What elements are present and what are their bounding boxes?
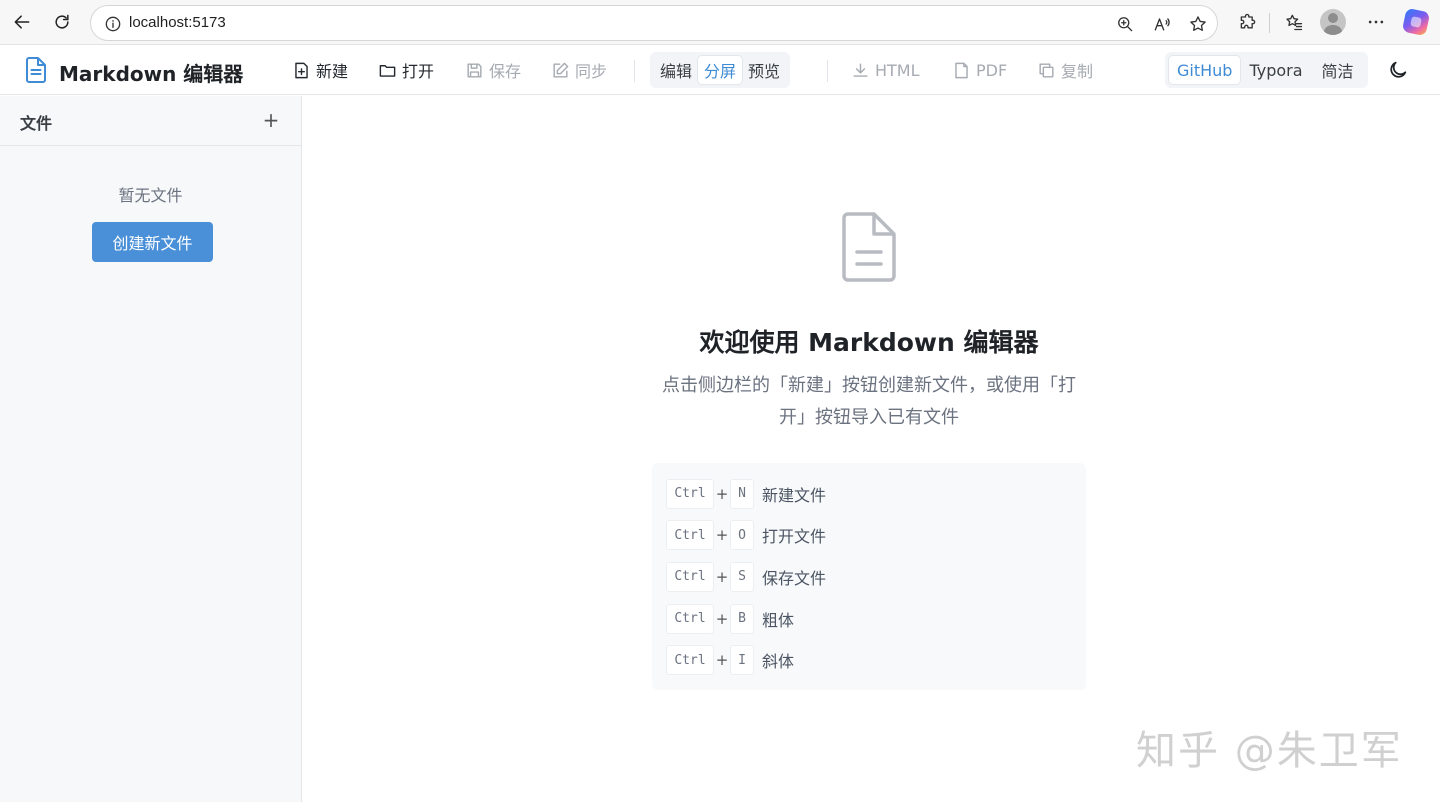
open-button-label: 打开 — [402, 62, 435, 81]
plus-sign: + — [715, 484, 729, 503]
create-file-button[interactable]: 创建新文件 — [92, 222, 213, 262]
key-ctrl: Ctrl — [666, 645, 714, 676]
save-button-label: 保存 — [489, 62, 522, 81]
plus-sign: + — [715, 526, 729, 545]
tab-edit[interactable]: 编辑 — [654, 56, 698, 84]
read-aloud-icon[interactable] — [1148, 10, 1176, 38]
key-ctrl: Ctrl — [666, 478, 714, 509]
file-plus-icon — [295, 62, 308, 78]
profile-avatar[interactable] — [1320, 9, 1346, 35]
back-arrow-icon[interactable] — [8, 8, 36, 36]
shortcut-label: 保存文件 — [762, 568, 827, 588]
dark-mode-toggle[interactable] — [1385, 57, 1411, 83]
add-file-button[interactable]: + — [261, 108, 281, 132]
export-html-label: HTML — [875, 60, 920, 80]
shortcut-row: Ctrl + I 斜体 — [666, 639, 1072, 681]
theme-github[interactable]: GitHub — [1169, 56, 1241, 84]
theme-switch: GitHub Typora 简洁 — [1165, 52, 1368, 88]
star-icon[interactable] — [1184, 10, 1212, 38]
tab-split[interactable]: 分屏 — [698, 56, 743, 84]
toolbar-divider — [1269, 13, 1270, 33]
export-pdf-label: PDF — [976, 60, 1008, 80]
shortcut-row: Ctrl + O 打开文件 — [666, 515, 1072, 557]
main-area: 欢迎使用 Markdown 编辑器 点击侧边栏的「新建」按钮创建新文件，或使用「… — [302, 96, 1440, 802]
download-icon — [853, 62, 868, 77]
export-html-button[interactable]: HTML — [851, 58, 920, 82]
moon-icon — [1390, 61, 1407, 78]
empty-files-text: 暂无文件 — [118, 186, 183, 205]
copy-icon — [1039, 62, 1054, 78]
shortcut-label: 斜体 — [762, 652, 795, 672]
url-text[interactable]: localhost:5173 — [129, 14, 226, 31]
shortcut-label: 新建文件 — [762, 485, 827, 505]
copilot-icon[interactable] — [1401, 7, 1431, 37]
reload-icon[interactable] — [48, 8, 76, 36]
folder-icon — [379, 64, 396, 77]
new-button-label: 新建 — [316, 62, 349, 81]
toolbar-separator — [827, 60, 828, 82]
view-mode-switch: 编辑 分屏 预览 — [650, 52, 791, 88]
plus-sign: + — [715, 651, 729, 670]
sync-button[interactable]: 同步 — [551, 58, 607, 82]
key-ctrl: Ctrl — [666, 561, 714, 592]
key-letter: O — [730, 520, 754, 551]
welcome-description: 点击侧边栏的「新建」按钮创建新文件，或使用「打开」按钮导入已有文件 — [662, 375, 1076, 428]
open-button[interactable]: 打开 — [378, 58, 434, 82]
watermark: 知乎 @朱卫军 — [1136, 728, 1403, 774]
plus-sign: + — [715, 609, 729, 628]
app-header: Markdown 编辑器 新建 打开 保存 同步 编辑 分屏 预览 HTML P… — [0, 45, 1440, 95]
document-logo-icon — [26, 57, 46, 83]
info-icon[interactable] — [99, 10, 127, 38]
export-pdf-button[interactable]: PDF — [952, 58, 1007, 82]
shortcut-label: 打开文件 — [762, 527, 827, 547]
puzzle-icon[interactable] — [1234, 8, 1262, 36]
more-icon[interactable] — [1362, 8, 1390, 36]
file-icon — [955, 62, 968, 78]
plus-sign: + — [715, 567, 729, 586]
shortcut-row: Ctrl + B 粗体 — [666, 598, 1072, 640]
favorites-icon[interactable] — [1280, 8, 1308, 36]
key-letter: S — [730, 561, 754, 592]
copy-button-label: 复制 — [1061, 62, 1094, 81]
edit-icon — [553, 62, 569, 78]
app-title: Markdown 编辑器 — [59, 62, 244, 86]
shortcut-row: Ctrl + S 保存文件 — [666, 556, 1072, 598]
key-letter: B — [730, 603, 754, 634]
shortcut-label: 粗体 — [762, 610, 795, 630]
sidebar-title: 文件 — [20, 114, 53, 133]
save-button[interactable]: 保存 — [465, 58, 521, 82]
key-ctrl: Ctrl — [666, 603, 714, 634]
tab-preview[interactable]: 预览 — [742, 56, 786, 84]
sidebar-header: 文件 + — [0, 96, 301, 146]
save-icon — [467, 62, 482, 78]
zoom-icon[interactable] — [1111, 10, 1139, 38]
copy-button[interactable]: 复制 — [1037, 58, 1093, 82]
theme-simple[interactable]: 简洁 — [1312, 56, 1364, 84]
key-letter: N — [730, 478, 754, 509]
toolbar-separator — [634, 60, 635, 82]
file-sidebar: 文件 + 暂无文件 创建新文件 — [0, 96, 302, 802]
welcome-title: 欢迎使用 Markdown 编辑器 — [699, 328, 1039, 357]
address-bar[interactable]: localhost:5173 — [90, 5, 1218, 41]
key-ctrl: Ctrl — [666, 520, 714, 551]
document-icon — [842, 212, 896, 282]
browser-toolbar: localhost:5173 — [0, 0, 1440, 45]
shortcut-row: Ctrl + N 新建文件 — [666, 473, 1072, 515]
theme-typora[interactable]: Typora — [1240, 56, 1311, 84]
sync-button-label: 同步 — [575, 62, 608, 81]
key-letter: I — [730, 645, 754, 676]
new-button[interactable]: 新建 — [292, 58, 348, 82]
shortcut-list: Ctrl + N 新建文件 Ctrl + O 打开文件 Ctrl + S 保存文… — [652, 463, 1086, 690]
